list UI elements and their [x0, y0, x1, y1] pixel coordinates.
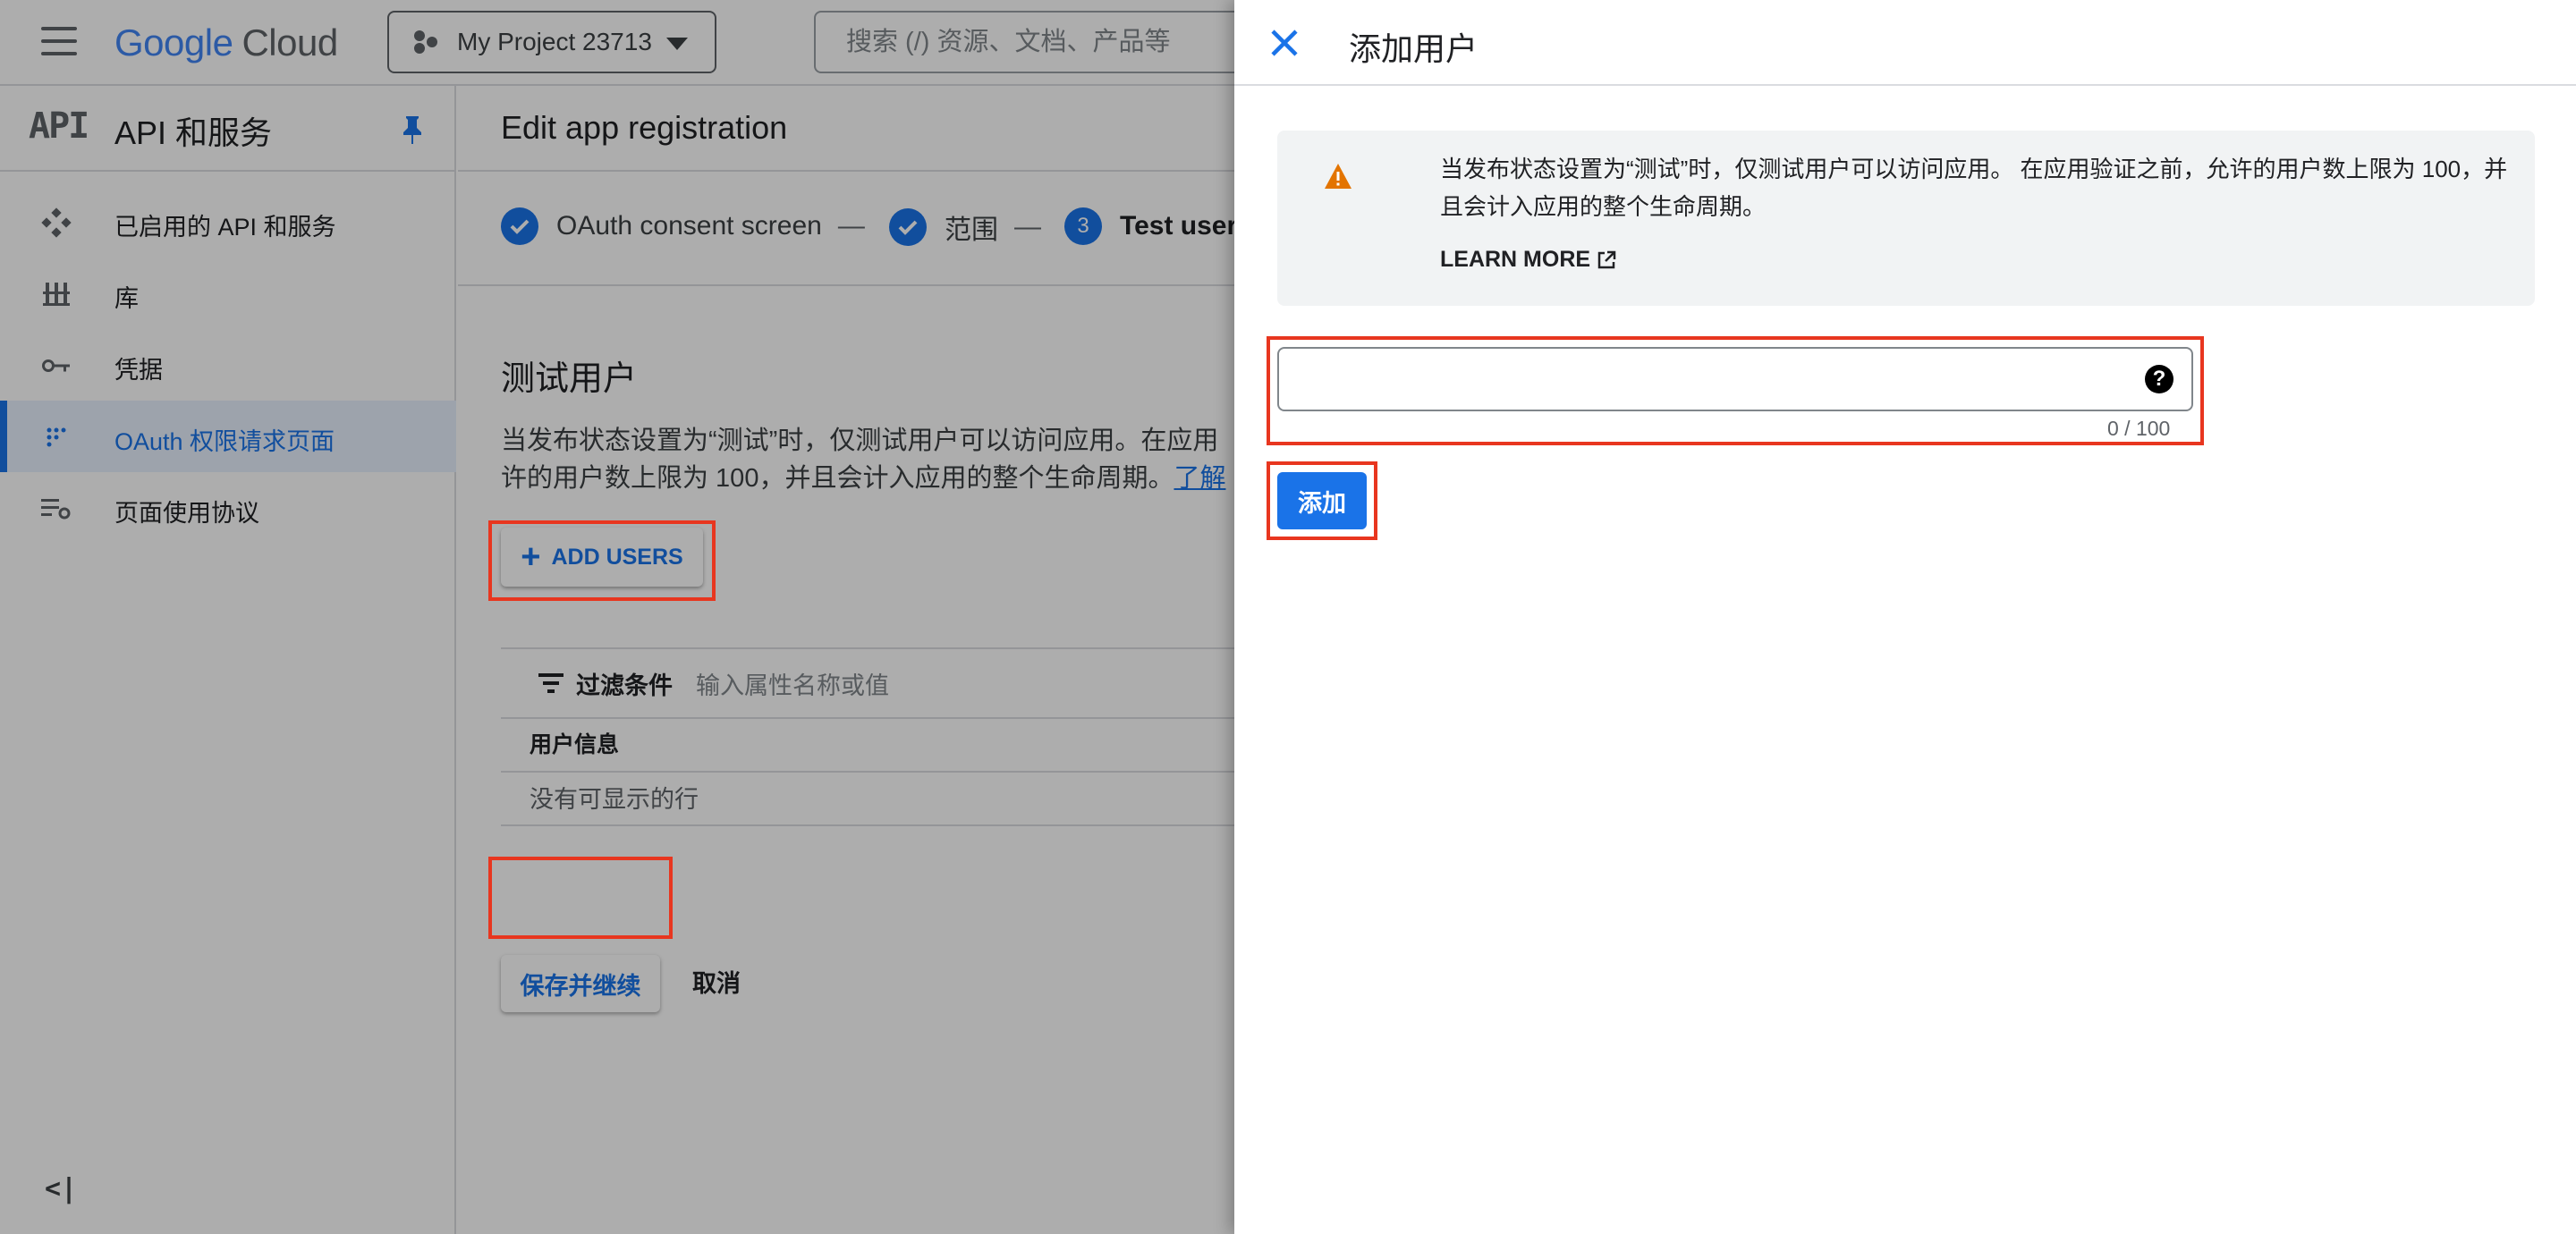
highlight-add-users	[488, 520, 716, 601]
warning-alert: 当发布状态设置为“测试”时，仅测试用户可以访问应用。 在应用验证之前，允许的用户…	[1277, 131, 2535, 306]
drawer-header: 添加用户	[1234, 0, 2576, 86]
add-users-drawer: 添加用户 当发布状态设置为“测试”时，仅测试用户可以访问应用。 在应用验证之前，…	[1234, 0, 2576, 1234]
drawer-title: 添加用户	[1349, 30, 1479, 67]
highlight-email-input	[1267, 336, 2204, 445]
app-root: API API 和服务 已启用的 API 和服务 库 凭据 OAuth 权限请求…	[0, 0, 2576, 1234]
external-link-icon	[1597, 250, 1616, 268]
highlight-add-button	[1267, 461, 1377, 540]
overlay-scrim[interactable]	[0, 0, 1234, 1234]
close-icon[interactable]	[1267, 25, 1302, 61]
highlight-save-continue	[488, 857, 673, 939]
learn-more-label: LEARN MORE	[1440, 247, 1591, 272]
learn-more-link[interactable]: LEARN MORE	[1440, 247, 1617, 273]
warning-icon	[1325, 164, 1352, 189]
alert-message: 当发布状态设置为“测试”时，仅测试用户可以访问应用。 在应用验证之前，允许的用户…	[1440, 156, 2508, 220]
